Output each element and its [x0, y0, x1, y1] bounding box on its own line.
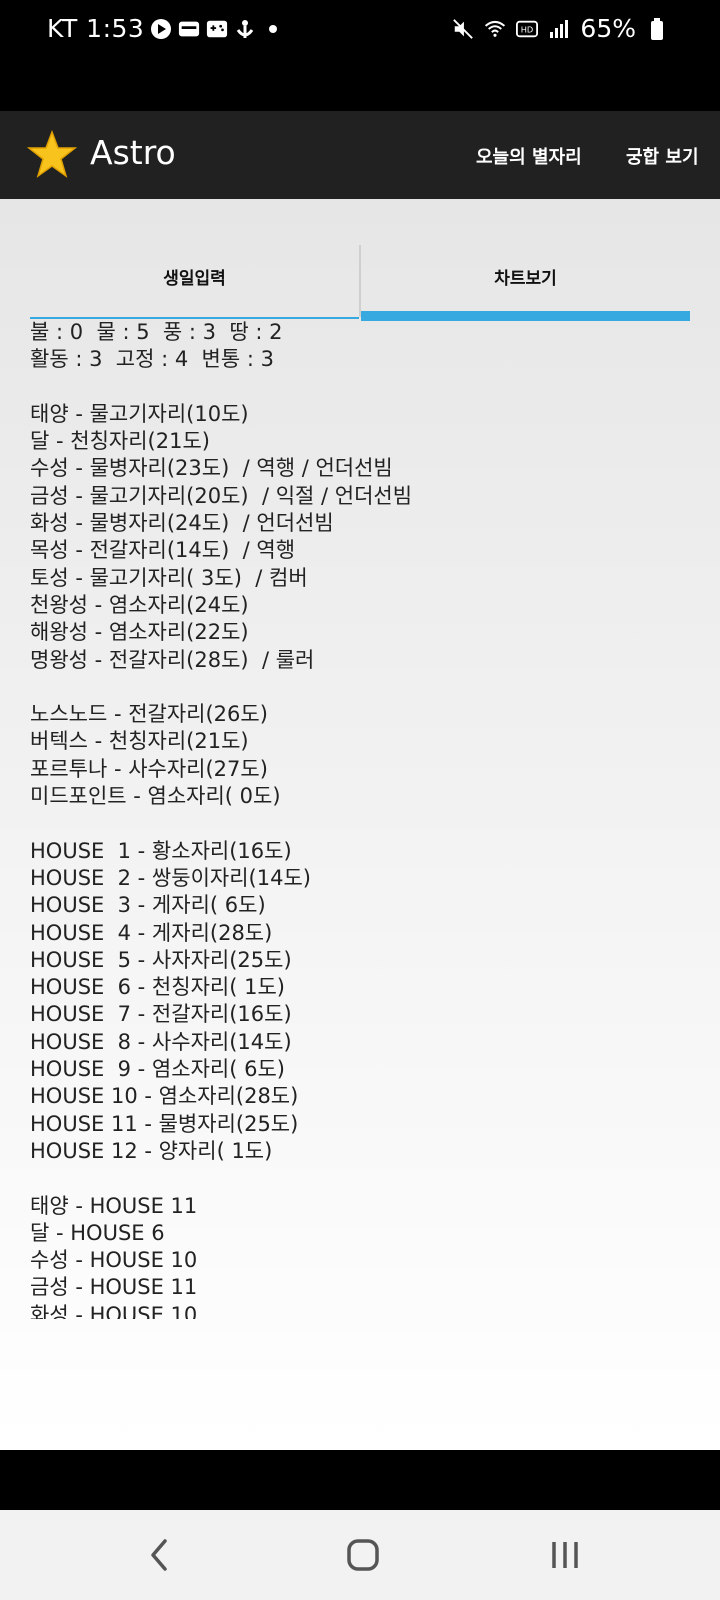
chart-line: 노스노드 - 전갈자리(26도)	[30, 702, 268, 727]
chart-line: HOUSE 2 - 쌍둥이자리(14도)	[30, 865, 311, 890]
bottom-spacer	[0, 1450, 720, 1510]
chart-line: HOUSE 11 - 물병자리(25도)	[30, 1111, 299, 1136]
chart-line: HOUSE 9 - 염소자리( 6도)	[30, 1057, 285, 1082]
play-icon	[150, 18, 172, 40]
tab-birth-input[interactable]: 생일입력	[30, 245, 359, 317]
chart-result-text: 불 : 0 물 : 5 풍 : 3 땅 : 2 활동 : 3 고정 : 4 변통 …	[30, 319, 710, 1319]
battery-percent: 65%	[580, 14, 636, 43]
chart-line: 버텍스 - 천칭자리(21도)	[30, 729, 249, 754]
battery-icon	[646, 17, 668, 40]
chart-line: HOUSE 8 - 사수자리(14도)	[30, 1029, 292, 1054]
back-icon[interactable]	[130, 1530, 190, 1580]
chart-line: 태양 - HOUSE 11	[30, 1193, 198, 1218]
recent-apps-icon[interactable]	[535, 1530, 595, 1580]
today-horoscope-button[interactable]: 오늘의 별자리	[476, 143, 582, 169]
app-bar: Astro 오늘의 별자리 궁합 보기	[0, 111, 720, 199]
content-area: 생일입력 차트보기 불 : 0 물 : 5 풍 : 3 땅 : 2 활동 : 3 …	[0, 199, 720, 1450]
chart-line: 금성 - HOUSE 11	[30, 1275, 198, 1300]
tmoney-icon	[178, 18, 200, 40]
wifi-icon	[484, 18, 506, 40]
status-right: HD 65%	[452, 14, 668, 43]
tab-birth-input-label: 생일입력	[163, 269, 226, 289]
chart-line: 명왕성 - 전갈자리(28도) / 룰러	[30, 647, 315, 672]
chart-line: 목성 - 전갈자리(14도) / 역행	[30, 538, 296, 563]
chart-line: HOUSE 4 - 게자리(28도)	[30, 920, 273, 945]
navigation-bar	[0, 1510, 720, 1600]
chart-line: HOUSE 6 - 천칭자리( 1도)	[30, 975, 285, 1000]
chart-line: HOUSE 10 - 염소자리(28도)	[30, 1084, 299, 1109]
chart-line: HOUSE 3 - 게자리( 6도)	[30, 893, 266, 918]
game-icon	[206, 18, 228, 40]
status-bar: KT 1:53 HD 65%	[0, 0, 720, 64]
chart-line: 화성 - 물병자리(24도) / 언더선빔	[30, 511, 334, 536]
chart-line: 화성 - HOUSE 10	[30, 1302, 198, 1319]
chart-line: HOUSE 5 - 사자자리(25도)	[30, 947, 292, 972]
signal-icon	[548, 18, 570, 40]
star-logo-icon	[26, 129, 78, 180]
compatibility-button[interactable]: 궁합 보기	[626, 143, 699, 169]
tab-chart-view[interactable]: 차트보기	[361, 245, 690, 317]
mute-icon	[452, 18, 474, 40]
home-icon[interactable]	[333, 1530, 393, 1580]
chart-line: HOUSE 1 - 황소자리(16도)	[30, 838, 292, 863]
chart-line: 미드포인트 - 염소자리( 0도)	[30, 784, 281, 809]
dot-icon	[262, 18, 284, 40]
chart-line: 달 - HOUSE 6	[30, 1220, 165, 1245]
chart-line: 활동 : 3 고정 : 4 변통 : 3	[30, 347, 274, 372]
chart-line: 불 : 0 물 : 5 풍 : 3 땅 : 2	[30, 320, 283, 344]
hd-icon: HD	[516, 18, 539, 40]
status-left: KT 1:53	[47, 14, 284, 43]
chart-line: 태양 - 물고기자리(10도)	[30, 401, 249, 426]
carrier-time: KT 1:53	[47, 14, 145, 43]
chart-line: 포르투나 - 사수자리(27도)	[30, 756, 268, 781]
chart-line: 달 - 천칭자리(21도)	[30, 429, 210, 454]
chart-line: 금성 - 물고기자리(20도) / 익절 / 언더선빔	[30, 483, 413, 508]
chart-line: HOUSE 12 - 양자리( 1도)	[30, 1138, 273, 1163]
tab-chart-view-label: 차트보기	[494, 269, 557, 289]
svg-text:HD: HD	[521, 24, 534, 34]
chart-line: HOUSE 7 - 전갈자리(16도)	[30, 1002, 292, 1027]
chart-line: 수성 - HOUSE 10	[30, 1248, 198, 1273]
chart-line: 천왕성 - 염소자리(24도)	[30, 592, 249, 617]
chart-line: 해왕성 - 염소자리(22도)	[30, 620, 249, 645]
chart-line: 수성 - 물병자리(23도) / 역행 / 언더선빔	[30, 456, 393, 481]
chart-line: 토성 - 물고기자리( 3도) / 컴버	[30, 565, 308, 590]
app-title: Astro	[90, 133, 176, 172]
anchor-icon	[234, 18, 256, 40]
